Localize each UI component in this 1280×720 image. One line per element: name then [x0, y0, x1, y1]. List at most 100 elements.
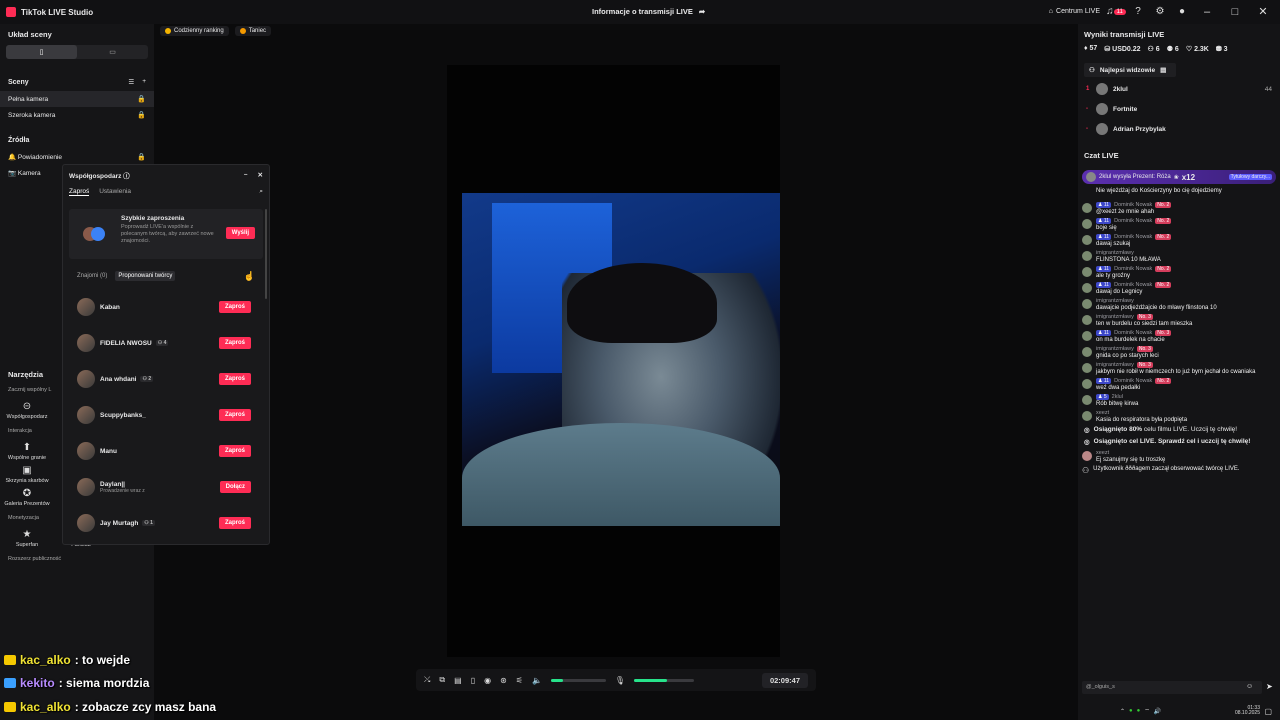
clock[interactable]: 01:33 08.10.2025	[1235, 705, 1280, 717]
minimize-icon[interactable]: –	[244, 171, 248, 179]
bell-icon[interactable]: ♫ 11	[1106, 6, 1126, 18]
chat-meta: ♟ 11 Dominik Nowak No. 2	[1096, 202, 1172, 208]
tray-app-icon[interactable]: ●	[1137, 708, 1141, 714]
rank-badge: No. 2	[1155, 202, 1172, 208]
maximize-icon[interactable]: □	[1226, 6, 1244, 18]
overlay-username: kekito	[20, 676, 55, 690]
close-icon[interactable]: ✕	[258, 171, 263, 179]
send-icon[interactable]: ➤	[1266, 682, 1273, 691]
chat-meta: imigrantzmławy No. 3	[1096, 346, 1159, 352]
minimize-icon[interactable]: –	[1198, 6, 1216, 18]
volume-icon[interactable]: 🔊	[1154, 708, 1161, 715]
system-message: ◎ Osiągnięto cel LIVE. Sprawdź cel i uczc…	[1078, 438, 1280, 446]
app-name: TikTok LIVE Studio	[21, 7, 94, 17]
usd-stat: ⛁ USD0.22	[1104, 46, 1141, 53]
chat-username: xeezt	[1096, 410, 1110, 416]
share-icon: ➦	[698, 7, 706, 16]
level-badge: ♟ 11	[1096, 282, 1112, 288]
right-panel: Wyniki transmisji LIVE ♦ 57 ⛁ USD0.22 ⚇ …	[1078, 24, 1280, 720]
chat-text: Kasia do respiratora była podpięta	[1096, 417, 1188, 423]
invite-button[interactable]: Zaproś	[218, 301, 251, 313]
treasure-chest-tool[interactable]: ▣ Skrzynia skarbów	[4, 465, 50, 484]
lock-icon[interactable]: 🔒	[137, 95, 146, 103]
landscape-layout-icon[interactable]: ▭	[77, 45, 148, 59]
invite-button[interactable]: Zaproś	[218, 409, 251, 421]
superfan-tool[interactable]: ★ Superfan	[4, 529, 50, 548]
gear-icon[interactable]: ⚙	[1154, 6, 1166, 18]
avatar[interactable]: ●	[1176, 6, 1188, 18]
mic-slider[interactable]	[634, 678, 695, 682]
camera-switch-icon[interactable]: ⊛	[500, 676, 507, 685]
chat-meta: ♟ 11 Dominik Nowak No. 2	[1096, 378, 1172, 384]
rank-badge: No. 3	[1136, 362, 1153, 368]
avatar	[1082, 331, 1092, 341]
rank-badge: No. 2	[1155, 282, 1172, 288]
send-button[interactable]: Wyślij	[225, 227, 255, 239]
sources-title: Źródła	[8, 136, 30, 144]
cohost-tool[interactable]: ⊝ Współgospodarz	[4, 401, 50, 420]
system-message: ◎ Osiągnięto 80% celu filmu LIVE. Uczcij …	[1078, 426, 1280, 434]
layout-toggle[interactable]: ▯ ▭	[6, 45, 148, 59]
help-icon[interactable]: ?	[1132, 6, 1144, 18]
creator-row: Kaban Zaproś	[63, 289, 269, 325]
phone-icon[interactable]: ▯	[471, 676, 475, 685]
add-icon[interactable]: +	[142, 78, 146, 86]
stream-info-title[interactable]: Informacje o transmisji LIVE ➦	[592, 7, 705, 16]
scrollbar[interactable]	[265, 209, 267, 299]
tab-suggested[interactable]: Proponowani twórcy	[115, 271, 176, 281]
source-item[interactable]: 🔔 Powiadomienie 🔒	[0, 149, 154, 165]
scene-item[interactable]: Pełna kamera 🔒	[0, 91, 154, 107]
settings-sliders-icon[interactable]: ⚟	[516, 676, 523, 685]
tab-friends[interactable]: Znajomi (0)	[77, 273, 107, 279]
chat-input[interactable]: @_olguis_s	[1082, 681, 1262, 694]
viewer-row[interactable]: - Fortnite	[1078, 99, 1280, 119]
lock-icon[interactable]: 🔒	[137, 111, 146, 119]
viewer-row[interactable]: 1 2klul 44	[1078, 79, 1280, 99]
screen-icon[interactable]: ▤	[454, 676, 462, 685]
search-icon[interactable]: ⌕	[259, 188, 263, 196]
person-add-icon: ⚇	[1082, 466, 1090, 475]
sys-text: Osiągnięto cel LIVE. Sprawdź cel i uczci…	[1093, 438, 1251, 445]
avatar	[1082, 219, 1092, 229]
speaker-icon[interactable]: 🔈	[532, 676, 542, 685]
invite-button[interactable]: Zaproś	[218, 337, 251, 349]
cohost-label: Współgospodarz	[6, 414, 48, 420]
viewer-name: 2klul	[1113, 85, 1128, 93]
layout-icon[interactable]: ⧉	[439, 675, 445, 685]
notification-icon[interactable]: ▢	[1264, 707, 1272, 716]
magic-icon[interactable]: ⤯	[424, 675, 430, 685]
tray-app-icon[interactable]: ●	[1129, 708, 1133, 714]
portrait-layout-icon[interactable]: ▯	[6, 45, 77, 59]
level-badge: ♟ 11	[1096, 378, 1112, 384]
dance-pill[interactable]: Taniec	[234, 26, 272, 36]
chevron-up-icon[interactable]: ⌃	[1120, 708, 1125, 715]
list-icon[interactable]: ☰	[128, 78, 134, 86]
invite-button[interactable]: Zaproś	[218, 445, 251, 457]
close-icon[interactable]: ✕	[1254, 5, 1272, 18]
avatar	[77, 478, 95, 496]
record-icon[interactable]: ◉	[484, 676, 491, 685]
volume-slider[interactable]	[550, 678, 606, 682]
wifi-icon[interactable]: ⌔	[1144, 707, 1150, 715]
tab-invite[interactable]: Zaproś	[69, 188, 90, 196]
daily-ranking-pill[interactable]: Codzienny ranking	[160, 26, 229, 36]
invite-button[interactable]: Zaproś	[218, 517, 251, 529]
top-viewers-header[interactable]: ⚇ Najlepsi widzowie ▤	[1084, 63, 1176, 77]
chat-meta: ♟ 11 Dominik Nowak No. 2	[1096, 266, 1172, 272]
lock-icon[interactable]: 🔒	[137, 153, 146, 161]
control-bar: ⤯ ⧉ ▤ ▯ ◉ ⊛ ⚟ 🔈 🎙 02:09:47	[416, 669, 816, 691]
gallery-label: Galeria Prezentów	[4, 501, 50, 507]
chat-message: ♟ 11 Dominik Nowak No. 2 @xeezt że mnie aha…	[1082, 202, 1276, 215]
coplay-tool[interactable]: ⬆ Wspólne granie	[4, 442, 50, 461]
tab-settings[interactable]: Ustawienia	[99, 188, 131, 196]
live-center-label: Centrum LIVE	[1056, 8, 1100, 15]
scene-item[interactable]: Szeroka kamera 🔒	[0, 107, 154, 123]
scene-layout-title: Układ sceny	[8, 30, 52, 39]
invite-button[interactable]: Dołącz	[219, 481, 251, 493]
mic-icon[interactable]: 🎙	[615, 676, 625, 685]
invite-button[interactable]: Zaproś	[218, 373, 251, 385]
gift-gallery-tool[interactable]: ✪ Galeria Prezentów	[4, 488, 50, 507]
emoji-icon[interactable]: ☺	[1246, 683, 1253, 690]
viewer-row[interactable]: - Adrian Przybylak	[1078, 119, 1280, 139]
live-center-button[interactable]: ⌂ Centrum LIVE	[1049, 8, 1100, 15]
